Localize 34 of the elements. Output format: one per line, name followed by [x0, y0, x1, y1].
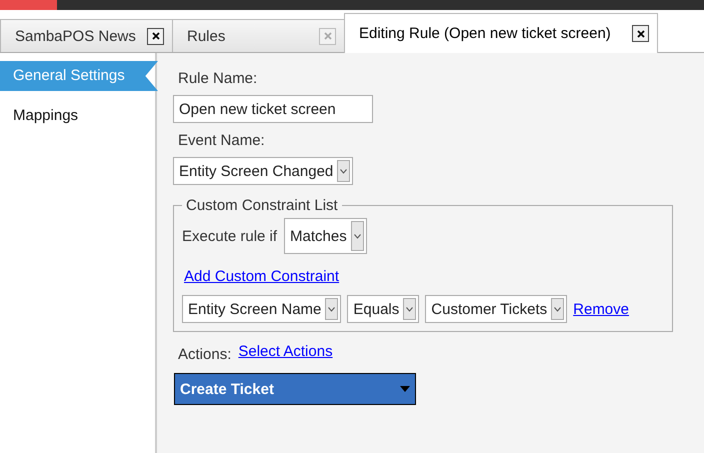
execute-dropdown[interactable]: Matches	[284, 218, 367, 254]
select-actions-link[interactable]: Select Actions	[238, 343, 333, 360]
field-label: Execute rule if	[182, 228, 278, 244]
caret-icon	[400, 386, 410, 392]
close-button[interactable]	[632, 25, 649, 42]
trial-banner	[0, 0, 57, 10]
close-icon	[324, 32, 332, 40]
chevron-down-icon	[354, 234, 361, 238]
tab-label: SambaPOS News	[15, 28, 136, 44]
constraint-dropdown[interactable]: Entity Screen Name	[182, 295, 342, 323]
field-label: Rule Name:	[178, 70, 258, 87]
tab-label: Editing Rule (Open new ticket screen)	[359, 25, 611, 42]
event-name-dropdown[interactable]: Entity Screen Changed	[173, 157, 354, 185]
chevron-down-icon	[340, 168, 348, 174]
tab-label: Rules	[187, 28, 226, 44]
add-constraint-link[interactable]: Add Custom Constraint	[184, 268, 340, 285]
constraint-dropdown[interactable]: Customer Tickets	[425, 295, 568, 323]
field-label: Event Name:	[178, 132, 265, 149]
tab[interactable]: Editing Rule (Open new ticket screen)	[344, 13, 658, 53]
close-icon	[636, 30, 644, 38]
tab[interactable]: Rules	[172, 19, 345, 52]
chevron-down-icon	[554, 306, 562, 312]
rule-name-field[interactable]: Open new ticket screen	[173, 95, 373, 123]
constraint-dropdown[interactable]: Equals	[347, 295, 420, 323]
action-item[interactable]: Create Ticket	[174, 373, 416, 405]
close-icon	[152, 32, 160, 40]
remove-link[interactable]: Remove	[573, 300, 629, 318]
group-title: Custom Constraint List	[185, 197, 339, 214]
close-button[interactable]	[147, 28, 164, 44]
sidebar-item[interactable]: Mappings	[0, 101, 145, 131]
chevron-down-icon	[406, 306, 414, 312]
field-label: Actions:	[178, 346, 232, 363]
chevron-down-icon	[328, 306, 336, 312]
tab[interactable]: SambaPOS News	[0, 19, 173, 52]
